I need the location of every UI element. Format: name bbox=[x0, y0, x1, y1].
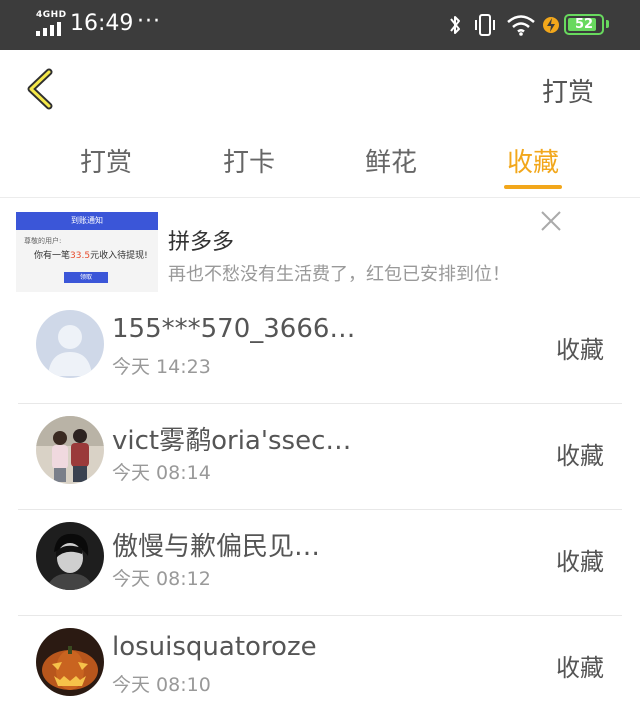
status-bar: 4GHD 16:49 ··· 52 bbox=[0, 0, 640, 50]
tab-tip[interactable]: 打赏 bbox=[46, 142, 166, 179]
avatar[interactable] bbox=[36, 628, 104, 696]
user-name: vict雾鹬oria'ssec… bbox=[112, 426, 352, 456]
favorite-label: 收藏 bbox=[556, 336, 604, 364]
couple-photo-avatar bbox=[36, 416, 104, 484]
tab-checkin[interactable]: 打卡 bbox=[189, 142, 309, 179]
ad-image-greeting: 尊敬的用户: bbox=[24, 237, 62, 245]
clock: 16:49 bbox=[70, 11, 134, 36]
charging-icon bbox=[543, 17, 559, 33]
battery-level: 52 bbox=[574, 17, 594, 32]
tab-flowers[interactable]: 鲜花 bbox=[331, 142, 451, 179]
ad-title: 拼多多 bbox=[168, 230, 235, 255]
ad-image-message: 你有一笔33.5元收入待提现! bbox=[34, 251, 148, 261]
close-icon bbox=[541, 211, 561, 231]
back-button[interactable] bbox=[22, 64, 66, 114]
default-avatar-icon bbox=[36, 310, 104, 378]
chevron-left-icon bbox=[27, 68, 53, 110]
favorite-label: 收藏 bbox=[556, 654, 604, 682]
favorite-label: 收藏 bbox=[556, 442, 604, 470]
user-name: 155***570_3666… bbox=[112, 314, 356, 344]
timestamp: 今天 08:10 bbox=[112, 674, 211, 696]
ad-close-button[interactable] bbox=[536, 206, 566, 236]
list-item[interactable]: 155***570_3666… 今天 14:23 收藏 bbox=[0, 298, 640, 404]
battery-tip bbox=[606, 20, 609, 28]
avatar[interactable] bbox=[36, 416, 104, 484]
vibrate-icon bbox=[475, 14, 495, 36]
wifi-icon bbox=[507, 15, 535, 36]
ad-image-header: 到账通知 bbox=[16, 212, 158, 230]
pumpkin-avatar bbox=[36, 628, 104, 696]
tab-favorites[interactable]: 收藏 bbox=[473, 142, 593, 179]
user-name: 傲慢与歉偏民见… bbox=[112, 532, 321, 562]
tab-bar: 打赏 打卡 鲜花 收藏 bbox=[0, 128, 640, 198]
timestamp: 今天 14:23 bbox=[112, 356, 211, 378]
person-photo-avatar bbox=[36, 522, 104, 590]
timestamp: 今天 08:14 bbox=[112, 462, 211, 484]
battery-indicator: 52 bbox=[564, 14, 604, 35]
ad-image-button: 领取 bbox=[64, 272, 108, 283]
status-icons: 52 bbox=[440, 0, 640, 50]
timestamp: 今天 08:12 bbox=[112, 568, 211, 590]
avatar[interactable] bbox=[36, 310, 104, 378]
list-item[interactable]: 傲慢与歉偏民见… 今天 08:12 收藏 bbox=[0, 510, 640, 616]
list-item[interactable]: losuisquatoroze 今天 08:10 收藏 bbox=[0, 616, 640, 711]
favorite-label: 收藏 bbox=[556, 548, 604, 576]
active-tab-indicator bbox=[504, 185, 562, 189]
signal-bars-icon bbox=[36, 22, 61, 36]
nav-bar: 打赏 bbox=[0, 50, 640, 128]
ad-description: 再也不愁没有生活费了，红包已安排到位！ bbox=[168, 264, 510, 285]
tip-button[interactable]: 打赏 bbox=[542, 72, 594, 109]
bluetooth-icon bbox=[450, 16, 460, 34]
avatar[interactable] bbox=[36, 522, 104, 590]
network-type-label: 4GHD bbox=[36, 10, 67, 20]
more-notifications-icon: ··· bbox=[137, 9, 161, 34]
ad-banner[interactable]: 到账通知 尊敬的用户: 你有一笔33.5元收入待提现! 领取 拼多多 再也不愁没… bbox=[0, 198, 640, 298]
user-name: losuisquatoroze bbox=[112, 632, 317, 662]
list-item[interactable]: vict雾鹬oria'ssec… 今天 08:14 收藏 bbox=[0, 404, 640, 510]
ad-image: 到账通知 尊敬的用户: 你有一笔33.5元收入待提现! 领取 bbox=[16, 212, 158, 292]
